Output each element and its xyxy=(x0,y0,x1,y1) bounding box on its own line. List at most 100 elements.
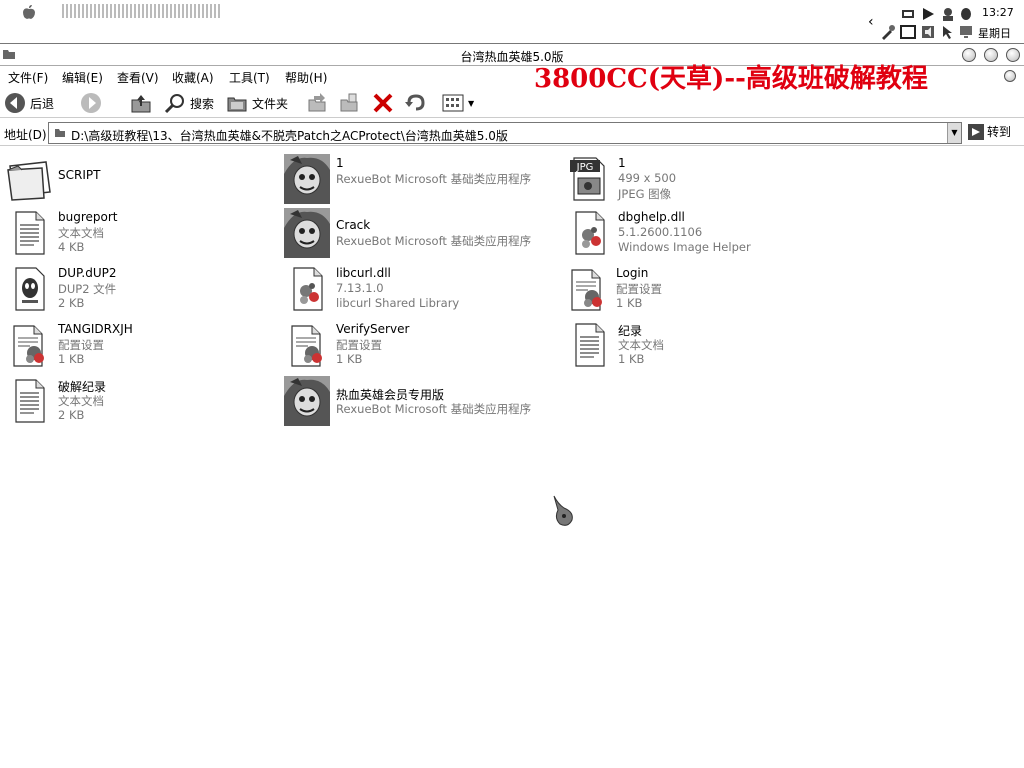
config-icon xyxy=(564,264,610,314)
system-tray: ‹ xyxy=(868,4,976,40)
undo-button[interactable] xyxy=(404,92,426,114)
file-item-login[interactable]: Login 配置设置 1 KB xyxy=(564,264,834,314)
go-button[interactable]: 转到 xyxy=(968,123,1011,140)
dll-icon xyxy=(566,208,612,258)
restore-button[interactable] xyxy=(1004,70,1016,82)
file-name: 1 xyxy=(618,156,626,170)
app-icon xyxy=(284,376,330,426)
undo-icon xyxy=(405,94,425,111)
search-icon xyxy=(164,94,184,114)
move-to-button[interactable] xyxy=(306,92,328,114)
config-icon xyxy=(284,320,330,370)
file-item-tangidrxjh[interactable]: TANGIDRXJH 配置设置 1 KB xyxy=(6,320,276,370)
go-arrow-icon xyxy=(968,123,984,140)
tool-icon[interactable] xyxy=(880,24,896,40)
menu-favorites[interactable]: 收藏(A) xyxy=(172,69,214,86)
file-item-libcurl[interactable]: libcurl.dll 7.13.1.0 libcurl Shared Libr… xyxy=(284,264,554,314)
menu-file[interactable]: 文件(F) xyxy=(8,69,48,86)
file-name: VerifyServer xyxy=(336,322,410,336)
address-path: D:\高级班教程\13、台湾热血英雄&不脱壳Patch之ACProtect\台湾… xyxy=(71,129,508,143)
move-to-icon xyxy=(308,93,326,112)
file-description: libcurl Shared Library xyxy=(336,296,460,310)
delete-button[interactable] xyxy=(372,92,394,114)
folders-icon xyxy=(227,97,247,112)
file-version: 7.13.1.0 xyxy=(336,281,384,295)
text-doc-icon xyxy=(6,376,52,426)
user-icon[interactable] xyxy=(940,6,956,22)
file-size: 2 KB xyxy=(58,408,85,422)
menu-tools[interactable]: 工具(T) xyxy=(229,69,270,86)
monitor-icon[interactable] xyxy=(958,24,974,40)
file-dimensions: 499 x 500 xyxy=(618,171,677,185)
close-button[interactable] xyxy=(1006,48,1020,62)
app-icon xyxy=(284,154,330,204)
views-button[interactable]: ▼ xyxy=(442,92,474,114)
file-name: TANGIDRXJH xyxy=(58,322,133,336)
file-type: RexueBot Microsoft 基础类应用程序 xyxy=(336,234,532,248)
window-icon[interactable] xyxy=(900,24,916,40)
file-name: dbghelp.dll xyxy=(618,210,685,224)
file-name: 1 xyxy=(336,156,344,170)
file-item-jpg[interactable]: JPG 1 499 x 500 JPEG 图像 xyxy=(566,154,836,204)
file-size: 2 KB xyxy=(58,296,85,310)
menu-help[interactable]: 帮助(H) xyxy=(285,69,327,86)
clock[interactable]: 13:27 xyxy=(982,6,1014,19)
text-doc-icon xyxy=(566,320,612,370)
file-type: JPEG 图像 xyxy=(618,187,672,201)
config-icon xyxy=(6,320,52,370)
file-item-crack-record[interactable]: 破解纪录 文本文档 2 KB xyxy=(6,376,276,426)
speaker-icon[interactable] xyxy=(920,24,936,40)
dup-icon xyxy=(15,267,45,311)
svg-text:JPG: JPG xyxy=(576,162,594,173)
network-icon[interactable] xyxy=(900,6,916,22)
apple-menu-icon[interactable] xyxy=(20,3,38,21)
file-name: Login xyxy=(616,266,649,280)
play-icon[interactable] xyxy=(920,6,936,22)
file-item-bugreport[interactable]: bugreport 文本文档 4 KB xyxy=(6,208,276,258)
folders-label: 文件夹 xyxy=(252,96,289,111)
file-item-script[interactable]: SCRIPT xyxy=(6,154,276,204)
file-type: 配置设置 xyxy=(336,338,382,352)
file-size: 1 KB xyxy=(618,352,645,366)
file-item-verifyserver[interactable]: VerifyServer 配置设置 1 KB xyxy=(284,320,554,370)
mouse-cursor-icon xyxy=(553,495,573,526)
file-item-record[interactable]: 纪录 文本文档 1 KB xyxy=(566,320,836,370)
menu-view[interactable]: 查看(V) xyxy=(117,69,159,86)
minimize-button[interactable] xyxy=(962,48,976,62)
jpg-icon: JPG xyxy=(570,157,605,201)
address-dropdown-button[interactable]: ▼ xyxy=(947,123,961,143)
forward-arrow-icon xyxy=(81,93,101,113)
file-name: libcurl.dll xyxy=(336,266,391,280)
folder-icon xyxy=(7,161,51,201)
toolbar: 后退 搜索 文件夹 ▼ xyxy=(0,88,1024,118)
qq-icon[interactable] xyxy=(958,6,974,22)
file-item-app[interactable]: 1 RexueBot Microsoft 基础类应用程序 xyxy=(284,154,554,204)
file-type: RexueBot Microsoft 基础类应用程序 xyxy=(336,172,532,186)
cursor-arrow-icon[interactable] xyxy=(940,24,956,40)
views-grid-icon xyxy=(442,94,464,112)
file-item-dup[interactable]: DUP.dUP2 DUP2 文件 2 KB xyxy=(6,264,276,314)
address-input[interactable]: D:\高级班教程\13、台湾热血英雄&不脱壳Patch之ACProtect\台湾… xyxy=(48,122,962,144)
file-size: 4 KB xyxy=(58,240,85,254)
folders-button[interactable]: 文件夹 xyxy=(226,92,288,114)
weekday: 星期日 xyxy=(978,27,1011,40)
file-version: 5.1.2600.1106 xyxy=(618,225,703,239)
file-description: Windows Image Helper xyxy=(618,240,751,254)
menu-edit[interactable]: 编辑(E) xyxy=(62,69,103,86)
file-type: 文本文档 xyxy=(618,338,664,352)
forward-button[interactable] xyxy=(80,92,102,114)
file-size: 1 KB xyxy=(58,352,85,366)
file-item-member-edition[interactable]: 热血英雄会员专用版 RexueBot Microsoft 基础类应用程序 xyxy=(284,376,554,426)
search-button[interactable]: 搜索 xyxy=(164,92,214,114)
file-type: DUP2 文件 xyxy=(58,282,117,296)
dll-icon xyxy=(284,264,330,314)
copy-to-button[interactable] xyxy=(338,92,360,114)
up-folder-button[interactable] xyxy=(130,92,152,114)
file-item-dbghelp[interactable]: dbghelp.dll 5.1.2600.1106 Windows Image … xyxy=(566,208,836,258)
chevron-down-icon: ▼ xyxy=(468,98,475,108)
maximize-button[interactable] xyxy=(984,48,998,62)
file-item-crack[interactable]: Crack RexueBot Microsoft 基础类应用程序 xyxy=(284,208,554,258)
back-button[interactable]: 后退 xyxy=(4,92,54,114)
file-type: 文本文档 xyxy=(58,226,104,240)
copy-to-icon xyxy=(340,93,358,112)
